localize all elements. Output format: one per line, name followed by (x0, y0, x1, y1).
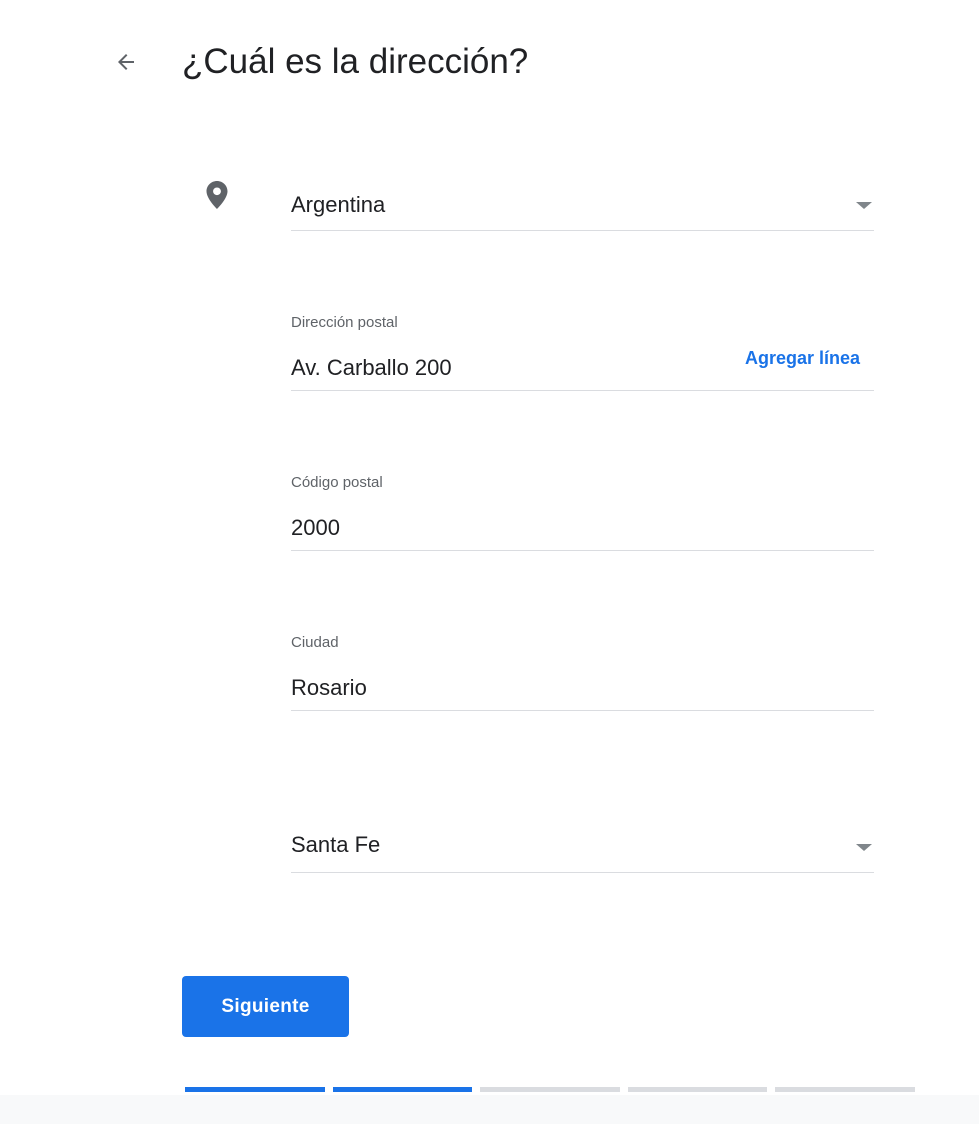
province-select[interactable]: Santa Fe (291, 824, 874, 873)
street-address-label: Dirección postal (291, 314, 398, 331)
add-line-link[interactable]: Agregar línea (745, 348, 860, 369)
province-value: Santa Fe (291, 832, 381, 857)
street-address-value: Av. Carballo 200 (291, 355, 452, 380)
map-pin-icon (205, 180, 229, 210)
chevron-down-icon (856, 844, 872, 851)
next-button[interactable]: Siguiente (182, 976, 349, 1037)
postal-code-value: 2000 (291, 515, 340, 540)
page-title: ¿Cuál es la dirección? (182, 42, 529, 81)
country-value: Argentina (291, 192, 386, 217)
city-label: Ciudad (291, 634, 339, 651)
progress-segment (185, 1087, 325, 1092)
city-value: Rosario (291, 675, 367, 700)
progress-segment (775, 1087, 915, 1092)
progress-segment (332, 1087, 473, 1092)
postal-code-label: Código postal (291, 474, 383, 491)
progress-segment (480, 1087, 620, 1092)
page-footer-band (0, 1095, 979, 1124)
street-address-field[interactable]: Dirección postal Av. Carballo 200 Agrega… (291, 310, 874, 391)
country-select[interactable]: Argentina (291, 182, 874, 231)
back-button[interactable] (108, 44, 144, 80)
chevron-down-icon (856, 202, 872, 209)
postal-code-field[interactable]: Código postal 2000 (291, 470, 874, 551)
progress-segment (627, 1087, 768, 1092)
progress-bar (185, 1087, 915, 1092)
arrow-left-icon (118, 54, 134, 70)
city-field[interactable]: Ciudad Rosario (291, 630, 874, 711)
